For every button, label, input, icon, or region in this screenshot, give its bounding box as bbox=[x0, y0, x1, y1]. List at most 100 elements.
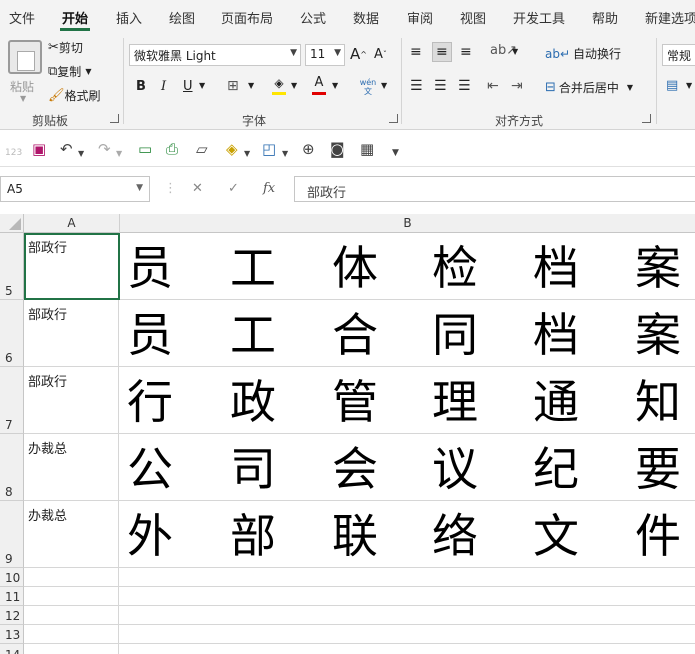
row-header[interactable]: 12 bbox=[0, 606, 24, 625]
row-header[interactable]: 8 bbox=[0, 434, 24, 501]
cell-b5[interactable]: 员 工 体 检 档 案 bbox=[119, 233, 695, 300]
font-color-button[interactable]: A bbox=[312, 75, 326, 95]
row-header[interactable]: 11 bbox=[0, 587, 24, 606]
tab-home[interactable]: 开始 bbox=[59, 8, 91, 31]
enter-icon[interactable]: ✓ bbox=[228, 181, 239, 196]
cancel-icon[interactable]: ✕ bbox=[192, 181, 203, 196]
shrink-font-button[interactable]: Aˇ bbox=[374, 47, 387, 62]
tab-new[interactable]: 新建选项卡 bbox=[645, 8, 695, 27]
tab-insert[interactable]: 插入 bbox=[116, 8, 142, 27]
cell-a12[interactable] bbox=[24, 606, 119, 625]
tab-review[interactable]: 审阅 bbox=[407, 8, 433, 27]
tab-draw[interactable]: 绘图 bbox=[169, 8, 195, 27]
row-header[interactable]: 9 bbox=[0, 501, 24, 568]
copy-button[interactable]: ⧉ 复制 ▼ bbox=[48, 63, 91, 80]
grow-font-button[interactable]: A ^ bbox=[350, 45, 367, 63]
cell-b12[interactable] bbox=[119, 606, 695, 625]
save-icon[interactable]: ▣ bbox=[32, 140, 46, 158]
font-launcher-icon[interactable] bbox=[389, 114, 398, 123]
paste-icon[interactable] bbox=[8, 40, 42, 74]
cell-a9[interactable]: 办裁总 bbox=[24, 501, 119, 568]
cell-a7[interactable]: 部政行 bbox=[24, 367, 119, 434]
align-center-icon[interactable]: ☰ bbox=[434, 78, 447, 94]
select-all-corner[interactable] bbox=[0, 214, 24, 233]
fill-color-button[interactable]: ◈ bbox=[272, 75, 286, 95]
redo-dropdown-icon[interactable]: ▼ bbox=[116, 145, 122, 163]
font-size-select[interactable]: 11 ▼ bbox=[305, 44, 345, 66]
fill-color-icon[interactable]: ◈ bbox=[226, 140, 238, 158]
name-box[interactable]: A5 ▼ bbox=[0, 176, 150, 202]
cut-button[interactable]: ✂ 剪切 bbox=[48, 39, 83, 56]
accounting-format-icon[interactable]: ▤ bbox=[666, 78, 678, 93]
font-color-dropdown-icon[interactable]: ▼ bbox=[332, 81, 338, 90]
cell-b7[interactable]: 行 政 管 理 通 知 bbox=[119, 367, 695, 434]
undo-dropdown-icon[interactable]: ▼ bbox=[78, 145, 84, 163]
cell-b10[interactable] bbox=[119, 568, 695, 587]
align-bottom-icon[interactable]: ≡ bbox=[460, 44, 472, 60]
cell-b14[interactable] bbox=[119, 644, 695, 654]
row-header[interactable]: 10 bbox=[0, 568, 24, 587]
paste-dropdown-icon[interactable]: ▼ bbox=[20, 94, 26, 103]
underline-button[interactable]: U bbox=[183, 79, 193, 94]
cell-a8[interactable]: 办裁总 bbox=[24, 434, 119, 501]
row-header[interactable]: 14 bbox=[0, 644, 24, 654]
decrease-indent-icon[interactable]: ⇤ bbox=[487, 78, 499, 94]
cell-b11[interactable] bbox=[119, 587, 695, 606]
cell-b13[interactable] bbox=[119, 625, 695, 644]
column-header-a[interactable]: A bbox=[24, 214, 120, 233]
phonetic-button[interactable]: wén 文 bbox=[357, 78, 379, 96]
cell-b8[interactable]: 公 司 会 议 纪 要 bbox=[119, 434, 695, 501]
row-header[interactable]: 5 bbox=[0, 233, 24, 300]
bold-button[interactable]: B bbox=[136, 79, 146, 94]
column-header-b[interactable]: B bbox=[120, 214, 695, 233]
tab-data[interactable]: 数据 bbox=[353, 8, 379, 27]
increase-indent-icon[interactable]: ⇥ bbox=[511, 78, 523, 94]
wrap-text-button[interactable]: ab↵ 自动换行 bbox=[545, 45, 621, 62]
cell-a5[interactable]: 部政行 bbox=[24, 233, 119, 300]
paste-button[interactable]: 粘贴 bbox=[10, 78, 34, 95]
tab-help[interactable]: 帮助 bbox=[592, 8, 618, 27]
row-header[interactable]: 6 bbox=[0, 300, 24, 367]
accounting-dropdown-icon[interactable]: ▼ bbox=[686, 81, 692, 90]
insert-function-button[interactable]: fx bbox=[263, 181, 275, 196]
phonetic-dropdown-icon[interactable]: ▼ bbox=[381, 81, 387, 90]
align-left-icon[interactable]: ☰ bbox=[410, 78, 423, 94]
shapes-dropdown-icon[interactable]: ▼ bbox=[282, 145, 288, 163]
customize-toolbar-icon[interactable]: ▼ bbox=[392, 144, 399, 162]
merge-center-button[interactable]: ⊟ 合并后居中 ▼ bbox=[545, 79, 633, 96]
fill-dropdown-icon[interactable]: ▼ bbox=[244, 145, 250, 163]
borders-dropdown-icon[interactable]: ▼ bbox=[248, 81, 254, 90]
tab-developer[interactable]: 开发工具 bbox=[513, 8, 565, 27]
align-right-icon[interactable]: ☰ bbox=[458, 78, 471, 94]
shapes-icon[interactable]: ◰ bbox=[262, 140, 276, 158]
cell-b9[interactable]: 外 部 联 络 文 件 bbox=[119, 501, 695, 568]
camera-icon[interactable]: ◙ bbox=[330, 140, 345, 158]
zoom-icon[interactable]: ⊕ bbox=[302, 140, 315, 158]
cell-b6[interactable]: 员 工 合 同 档 案 bbox=[119, 300, 695, 367]
cell-a10[interactable] bbox=[24, 568, 119, 587]
borders-icon[interactable]: ⊞ bbox=[227, 78, 239, 94]
comment-icon[interactable]: ▭ bbox=[138, 140, 152, 158]
fill-color-dropdown-icon[interactable]: ▼ bbox=[291, 81, 297, 90]
row-header[interactable]: 13 bbox=[0, 625, 24, 644]
tab-formulas[interactable]: 公式 bbox=[300, 8, 326, 27]
row-header[interactable]: 7 bbox=[0, 367, 24, 434]
align-middle-icon[interactable]: ≡ bbox=[432, 42, 452, 62]
align-top-icon[interactable]: ≡ bbox=[410, 44, 422, 60]
cell-a11[interactable] bbox=[24, 587, 119, 606]
print-preview-icon[interactable]: ⎙ bbox=[166, 140, 178, 158]
clipboard-launcher-icon[interactable] bbox=[110, 114, 119, 123]
undo-icon[interactable]: ↶ bbox=[60, 140, 73, 158]
orientation-dropdown-icon[interactable]: ▼ bbox=[512, 47, 518, 56]
font-name-select[interactable]: 微软雅黑 Light ▼ bbox=[129, 44, 301, 66]
italic-button[interactable]: I bbox=[161, 79, 166, 94]
cell-a6[interactable]: 部政行 bbox=[24, 300, 119, 367]
tab-page-layout[interactable]: 页面布局 bbox=[221, 8, 273, 27]
cell-a14[interactable] bbox=[24, 644, 119, 654]
format-painter-button[interactable]: 🖌 格式刷 bbox=[48, 87, 101, 104]
tab-file[interactable]: 文件 bbox=[9, 8, 35, 27]
open-folder-icon[interactable]: ▱ bbox=[196, 140, 208, 158]
alignment-launcher-icon[interactable] bbox=[642, 114, 651, 123]
tab-view[interactable]: 视图 bbox=[460, 8, 486, 27]
calculator-icon[interactable]: ▦ bbox=[360, 140, 374, 158]
